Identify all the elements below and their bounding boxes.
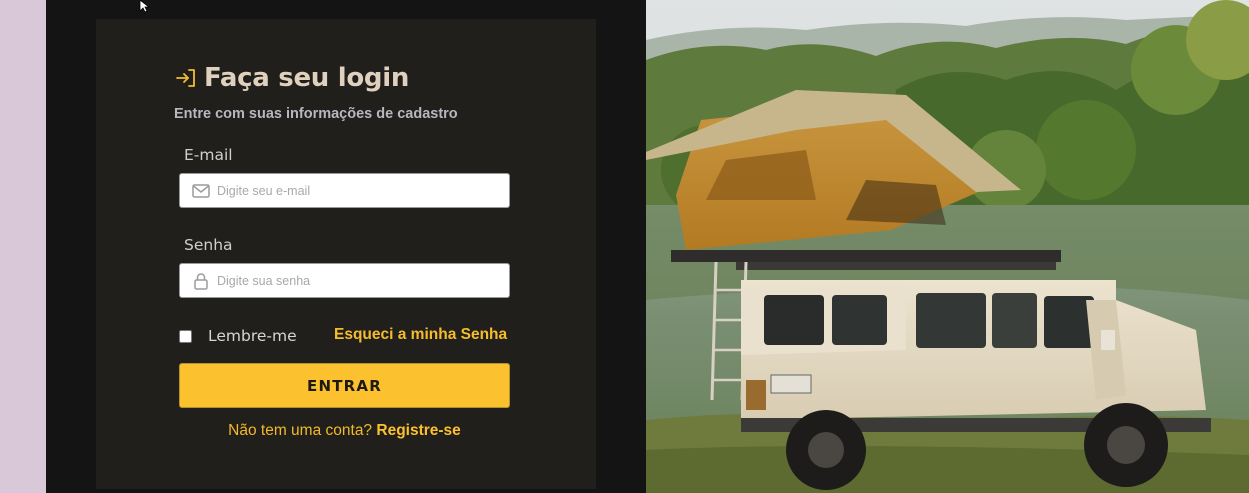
email-field[interactable] [217,183,497,198]
password-field[interactable] [217,273,497,288]
remember-me: Lembre-me [179,325,297,347]
email-label: E-mail [184,146,233,164]
remember-me-checkbox[interactable] [179,329,192,343]
page-title: Faça seu login [204,63,410,93]
email-field-wrapper[interactable] [179,173,510,208]
remember-me-label[interactable]: Lembre-me [208,327,297,345]
password-label: Senha [184,236,233,254]
register-prompt-text: Não tem uma conta? [228,422,373,439]
forgot-password-link[interactable]: Esqueci a minha Senha [334,326,507,344]
mail-icon [192,183,210,198]
password-field-wrapper[interactable] [179,263,510,298]
hero-illustration [646,0,1249,493]
register-link[interactable]: Registre-se [376,422,460,439]
hero-image [646,0,1249,493]
login-button[interactable]: ENTRAR [179,363,510,408]
login-arrow-icon [176,69,195,87]
login-header: Faça seu login [174,60,409,96]
register-prompt: Não tem uma conta? Registre-se [179,422,510,440]
page-subtitle: Entre com suas informações de cadastro [174,106,458,122]
lock-icon [194,272,208,290]
mouse-cursor-icon [139,0,151,12]
